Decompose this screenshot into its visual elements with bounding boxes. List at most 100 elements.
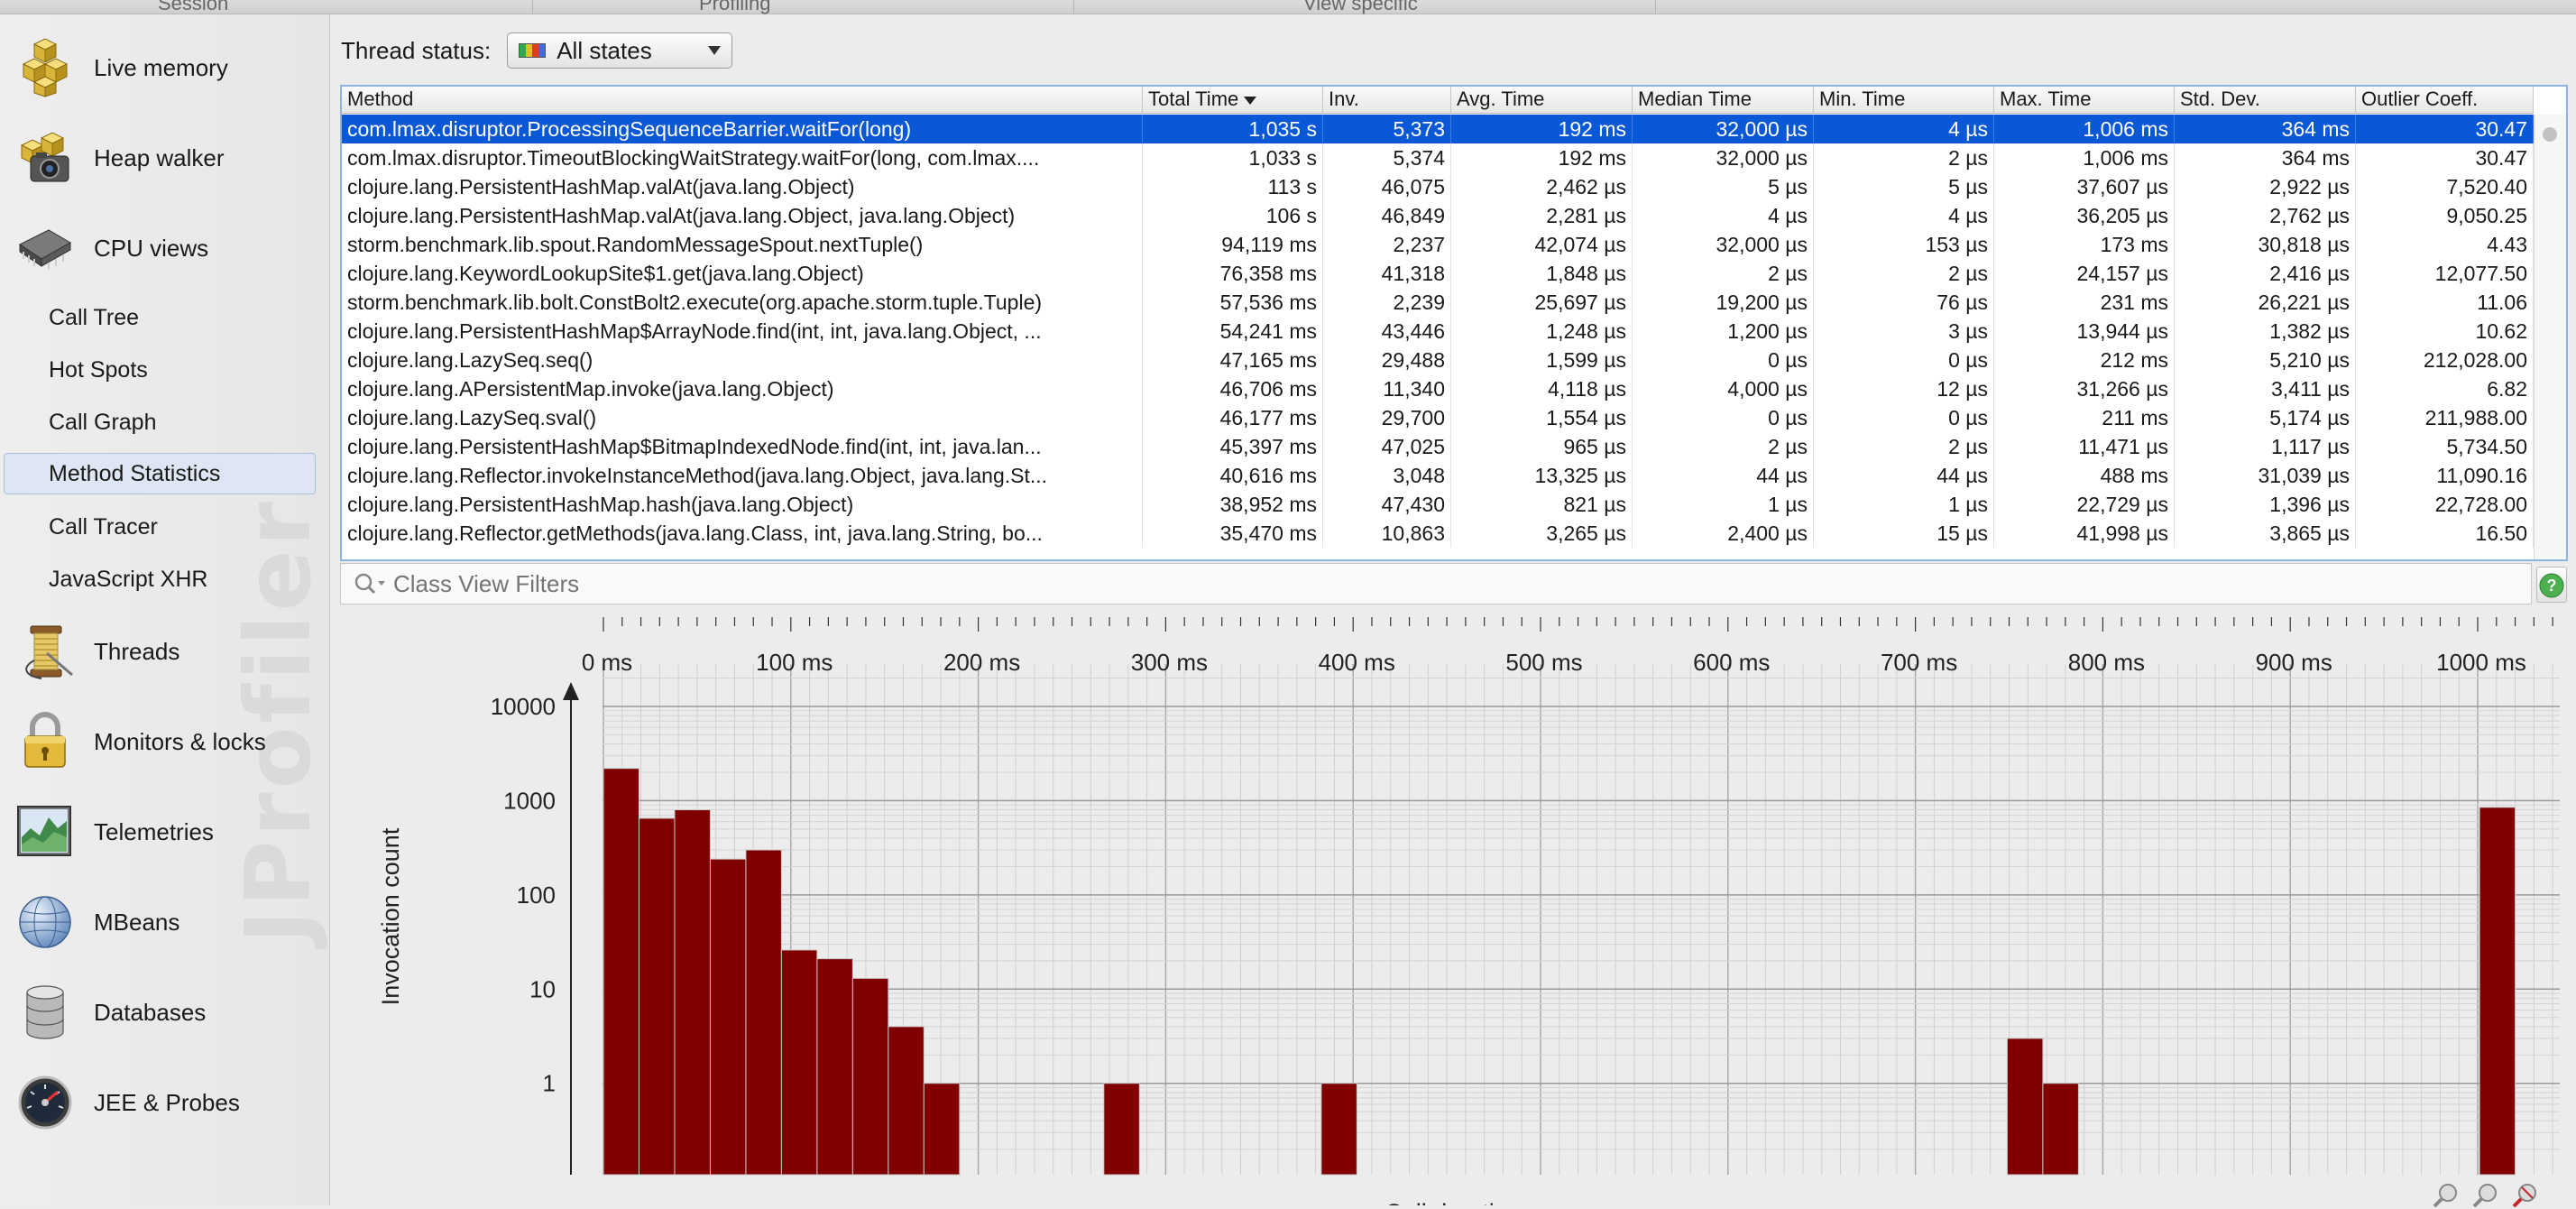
sidebar-item-label: MBeans — [94, 908, 180, 936]
table-cell: 2,400 µs — [1633, 519, 1814, 548]
class-view-filter-bar — [340, 563, 2532, 604]
table-row[interactable]: clojure.lang.PersistentHashMap$ArrayNode… — [342, 317, 2534, 346]
column-header-label: Method — [347, 88, 414, 110]
table-row[interactable]: clojure.lang.KeywordLookupSite$1.get(jav… — [342, 259, 2534, 288]
x-tick-label: 100 ms — [756, 649, 833, 676]
table-row[interactable]: storm.benchmark.lib.bolt.ConstBolt2.exec… — [342, 288, 2534, 317]
sidebar-item-threads[interactable]: Threads — [0, 608, 329, 695]
tab-divider — [1073, 0, 1074, 14]
column-header[interactable]: Min. Time — [1814, 87, 1994, 114]
tab-view-specific[interactable]: View specific — [1303, 0, 1418, 15]
table-cell: 0 µs — [1633, 346, 1814, 374]
column-header[interactable]: Method — [342, 87, 1143, 114]
table-cell: 364 ms — [2175, 143, 2356, 172]
sidebar-item-heap-walker[interactable]: Heap walker — [0, 115, 329, 201]
table-cell: 364 ms — [2175, 115, 2356, 143]
histogram-bar — [638, 817, 676, 1176]
table-row[interactable]: clojure.lang.LazySeq.seq() 47,165 ms 29,48… — [342, 346, 2534, 374]
sidebar-item-telemetries[interactable]: Telemetries — [0, 789, 329, 875]
histogram-bar — [674, 809, 711, 1176]
y-tick-label: 1 — [543, 1070, 556, 1097]
table-cell: 31,039 µs — [2175, 461, 2356, 490]
table-cell: 1,006 ms — [1994, 143, 2175, 172]
sidebar-item-call-tracer[interactable]: Call Tracer — [0, 506, 329, 548]
x-tick-label: 900 ms — [2256, 649, 2332, 676]
table-cell: 2 µs — [1814, 432, 1994, 461]
help-icon[interactable]: ? — [2538, 572, 2565, 599]
table-cell: 22,728.00 — [2356, 490, 2534, 519]
table-cell: 2 µs — [1814, 259, 1994, 288]
class-view-filter-input[interactable] — [393, 569, 2017, 598]
table-cell: 35,470 ms — [1143, 519, 1323, 548]
y-axis-arrow — [563, 682, 579, 700]
sidebar-item-cpu-views[interactable]: CPU views — [0, 205, 329, 291]
sidebar-item-label: Telemetries — [94, 817, 214, 845]
table-row[interactable]: com.lmax.disruptor.ProcessingSequenceBar… — [342, 115, 2534, 143]
table-cell: 5,210 µs — [2175, 346, 2356, 374]
tab-profiling[interactable]: Profiling — [699, 0, 770, 15]
table-row[interactable]: clojure.lang.LazySeq.sval() 46,177 ms 29,7… — [342, 403, 2534, 432]
sidebar-item-label: Live memory — [94, 53, 228, 81]
x-tick-label: 1000 ms — [2436, 649, 2526, 676]
table-cell: 3 µs — [1814, 317, 1994, 346]
table-row[interactable]: clojure.lang.PersistentHashMap.valAt(jav… — [342, 172, 2534, 201]
table-row[interactable]: clojure.lang.Reflector.getMethods(java.l… — [342, 519, 2534, 548]
tab-session[interactable]: Session — [158, 0, 228, 15]
thread-spool-icon — [25, 625, 73, 679]
column-header[interactable]: Avg. Time — [1451, 87, 1633, 114]
sidebar-item-call-graph[interactable]: Call Graph — [0, 401, 329, 443]
histogram-bar — [2006, 1038, 2044, 1176]
table-cell: 57,536 ms — [1143, 288, 1323, 317]
column-header[interactable]: Std. Dev. — [2175, 87, 2356, 114]
table-row[interactable]: com.lmax.disruptor.TimeoutBlockingWaitSt… — [342, 143, 2534, 172]
thread-status-row: Thread status: All states — [341, 32, 733, 69]
column-header[interactable]: Median Time — [1633, 87, 1814, 114]
thread-status-select[interactable]: All states — [507, 32, 733, 69]
table-cell: 30.47 — [2356, 115, 2534, 143]
table-cell: 1,117 µs — [2175, 432, 2356, 461]
table-row[interactable]: storm.benchmark.lib.spout.RandomMessageS… — [342, 230, 2534, 259]
sidebar-item-javascript-xhr[interactable]: JavaScript XHR — [0, 558, 329, 600]
table-scrollbar[interactable] — [2534, 115, 2566, 559]
table-cell: 41,998 µs — [1994, 519, 2175, 548]
table-cell: 1,200 µs — [1633, 317, 1814, 346]
sidebar-item-databases[interactable]: Databases — [0, 969, 329, 1056]
table-cell: 0 µs — [1814, 403, 1994, 432]
table-cell: 1,033 s — [1143, 143, 1323, 172]
sidebar-item-label: Call Graph — [49, 409, 157, 435]
histogram-bar — [816, 958, 853, 1176]
table-cell: 31,266 µs — [1994, 374, 2175, 403]
table-cell: 16.50 — [2356, 519, 2534, 548]
table-cell: com.lmax.disruptor.ProcessingSequenceBar… — [342, 115, 1143, 143]
column-header-label: Max. Time — [2000, 88, 2092, 110]
search-icon[interactable] — [352, 570, 388, 597]
table-row[interactable]: clojure.lang.PersistentHashMap.hash(java… — [342, 490, 2534, 519]
sidebar-item-hot-spots[interactable]: Hot Spots — [0, 349, 329, 391]
column-header[interactable]: Max. Time — [1994, 87, 2175, 114]
table-cell: 46,177 ms — [1143, 403, 1323, 432]
table-row[interactable]: clojure.lang.PersistentHashMap$BitmapInd… — [342, 432, 2534, 461]
scrollbar-knob[interactable] — [2543, 127, 2557, 142]
svg-text:?: ? — [2547, 577, 2557, 595]
sidebar-item-call-tree[interactable]: Call Tree — [0, 297, 329, 338]
column-header[interactable]: Outlier Coeff. — [2356, 87, 2534, 114]
column-header[interactable]: Inv. — [1323, 87, 1451, 114]
sidebar-item-jee-probes[interactable]: JEE & Probes — [0, 1059, 329, 1146]
table-row[interactable]: clojure.lang.PersistentHashMap.valAt(jav… — [342, 201, 2534, 230]
sidebar-item-method-statistics[interactable]: Method Statistics — [4, 453, 316, 494]
y-tick-label: 10000 — [491, 693, 556, 720]
table-cell: 47,165 ms — [1143, 346, 1323, 374]
sidebar-item-mbeans[interactable]: MBeans — [0, 879, 329, 965]
histogram-bar — [1320, 1083, 1357, 1176]
tab-divider — [532, 0, 533, 14]
sidebar-item-label: Heap walker — [94, 143, 225, 171]
sidebar-item-live-memory[interactable]: Live memory — [0, 24, 329, 111]
table-cell: 47,430 — [1323, 490, 1451, 519]
table-row[interactable]: clojure.lang.Reflector.invokeInstanceMet… — [342, 461, 2534, 490]
table-cell: 94,119 ms — [1143, 230, 1323, 259]
table-row[interactable]: clojure.lang.APersistentMap.invoke(java.… — [342, 374, 2534, 403]
sidebar-item-monitors-locks[interactable]: Monitors & locks — [0, 698, 329, 785]
column-header[interactable]: Total Time — [1143, 87, 1323, 114]
chevron-down-icon — [708, 46, 722, 55]
table-cell: clojure.lang.PersistentHashMap$ArrayNode… — [342, 317, 1143, 346]
